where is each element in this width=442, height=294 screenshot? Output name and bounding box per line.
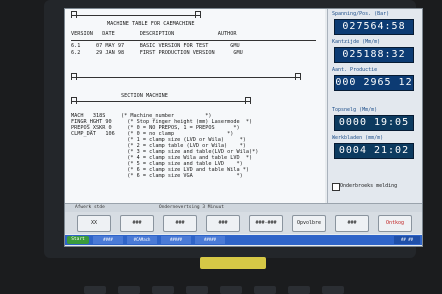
stop-button[interactable]: Ontkog	[378, 215, 412, 232]
readout-value-1: 027564:58	[334, 19, 414, 35]
editor-pane[interactable]: MACHINE TABLE FOR CAEMACHINE VERSION DAT…	[65, 9, 325, 203]
readout-value-2: 025188:32	[334, 47, 414, 63]
section-rule	[71, 101, 251, 102]
status-middle: Ondernevertsing 3 Minuut	[159, 205, 225, 210]
taskbar-item-4[interactable]: #####	[195, 236, 225, 244]
status-left: Afwerk stde	[75, 205, 105, 210]
status-bar: Afwerk stde Ondernevertsing 3 Minuut	[65, 203, 422, 212]
readout-label-1: Spanning/Pos. (Bar)	[332, 11, 390, 17]
physical-key[interactable]	[152, 286, 174, 294]
start-button[interactable]: Start	[67, 236, 89, 244]
version-row-2: 6.2 29 JAN 98 FIRST PRODUCTION VERSION G…	[71, 50, 243, 56]
readout-value-3: 000 2965 12	[334, 75, 414, 91]
physical-key[interactable]	[220, 286, 242, 294]
system-tray: ## ##	[394, 236, 420, 244]
top-bracket-right	[195, 11, 201, 18]
function-button-4[interactable]: ###	[206, 215, 240, 232]
section-bracket-right	[245, 97, 251, 104]
yellow-indicator-panel	[200, 257, 266, 269]
physical-key[interactable]	[322, 286, 344, 294]
readout-label-5: Werkbladen (mm/m)	[332, 135, 384, 141]
function-button-2[interactable]: ###	[120, 215, 154, 232]
taskbar-item-3[interactable]: #####	[161, 236, 191, 244]
monitor-screen: MACHINE TABLE FOR CAEMACHINE VERSION DAT…	[64, 8, 423, 247]
readout-label-3: Aant. Productie	[332, 67, 378, 73]
function-button-6[interactable]: Opvolbre	[292, 215, 326, 232]
readout-label-2: Kantzijde (Mm/m)	[332, 39, 381, 45]
header-rule	[71, 40, 316, 41]
readout-value-4: 0000 19:05	[334, 115, 414, 131]
photo-frame: MACHINE TABLE FOR CAEMACHINE VERSION DAT…	[0, 0, 442, 294]
function-button-3[interactable]: ###	[163, 215, 197, 232]
machine-table-title: MACHINE TABLE FOR CAEMACHINE	[107, 21, 195, 27]
function-button-1[interactable]: XX	[77, 215, 111, 232]
mid-bracket-left	[71, 73, 77, 80]
readout-label-4: Topsnelg (Mm/m)	[332, 107, 378, 113]
taskbar-item-1[interactable]: ####	[93, 236, 123, 244]
function-button-5[interactable]: ###-###	[249, 215, 283, 232]
section-bracket-left	[71, 97, 77, 104]
top-rule	[71, 15, 201, 16]
readout-panel: Spanning/Pos. (Bar) 027564:58 Kantzijde …	[327, 9, 422, 203]
code-line-clamp-7: (* 6 = clamp size VGA *)	[71, 173, 243, 179]
readout-value-5: 0004 21:02	[334, 143, 414, 159]
function-button-7[interactable]: ###	[335, 215, 369, 232]
taskbar: Start #### #CAMach ##### ##### ## ##	[65, 235, 422, 245]
mid-bracket-right	[295, 73, 301, 80]
section-machine-title: SECTION MACHINE	[121, 93, 168, 99]
mid-rule-top	[71, 77, 301, 78]
version-header: VERSION DATE DESCRIPTION AUTHOR	[71, 31, 237, 37]
physical-key[interactable]	[84, 286, 106, 294]
function-button-bar: XX ### ### ### ###-### Opvolbre ### Ontk…	[65, 212, 422, 234]
onderbroeks-checkbox[interactable]	[332, 183, 340, 191]
physical-key[interactable]	[254, 286, 276, 294]
physical-key[interactable]	[186, 286, 208, 294]
physical-key[interactable]	[288, 286, 310, 294]
onderbroeks-checkbox-label: Onderbroeks melding	[340, 183, 398, 189]
physical-key[interactable]	[118, 286, 140, 294]
version-row-1: 6.1 07 MAY 97 BASIC VERSION FOR TEST GMU	[71, 43, 240, 49]
physical-key-row	[84, 286, 384, 294]
top-bracket-left	[71, 11, 77, 18]
taskbar-item-2[interactable]: #CAMach	[127, 236, 157, 244]
